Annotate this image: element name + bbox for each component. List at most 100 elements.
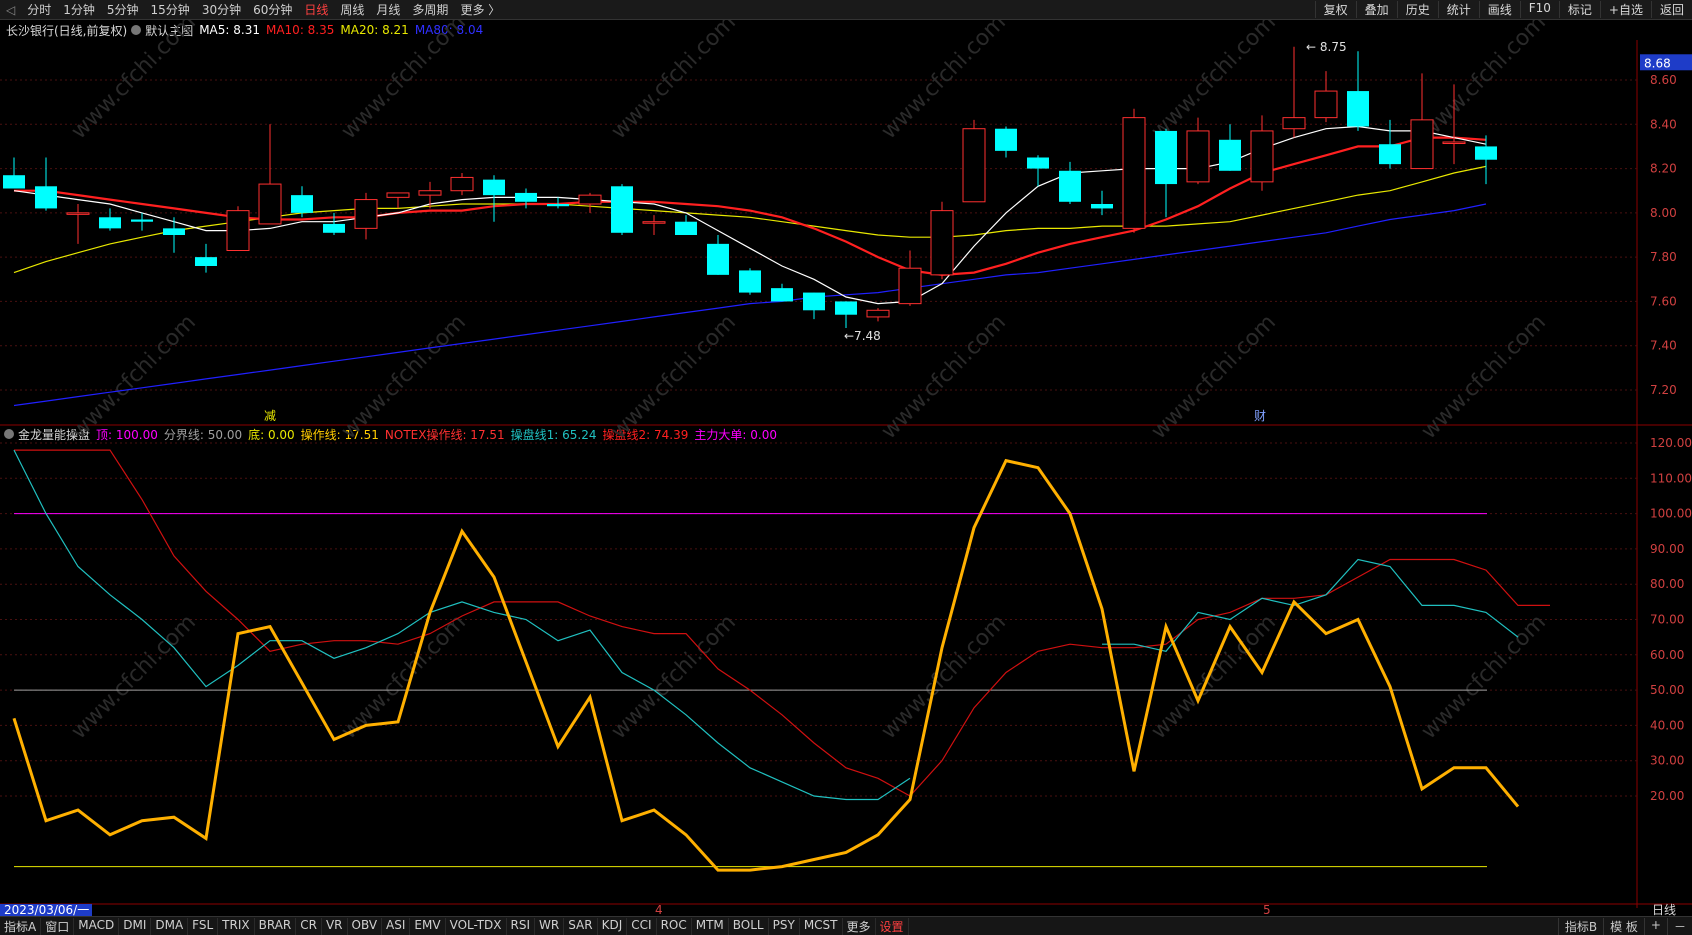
candle-body-down — [483, 179, 505, 196]
period-tab-5[interactable]: 60分钟 — [247, 1, 298, 18]
candle-body-up — [1410, 119, 1434, 170]
indicator-tab-23[interactable]: MCST — [800, 917, 843, 935]
candle-body-down — [35, 186, 57, 209]
candle-body-down — [547, 204, 569, 207]
indicator-tab-10[interactable]: OBV — [348, 917, 383, 935]
watermark: www.cfchi.com — [67, 610, 201, 744]
indicator-tab-12[interactable]: EMV — [410, 917, 446, 935]
watermark: www.cfchi.com — [877, 310, 1011, 444]
caopan2-line — [14, 449, 1550, 797]
indicator-tab-2[interactable]: MACD — [74, 917, 120, 935]
main-y-tick: 8.60 — [1650, 73, 1677, 87]
indicator-tab-4[interactable]: DMA — [151, 917, 189, 935]
main-y-tick: 8.20 — [1650, 162, 1677, 176]
indicator-right-button-1[interactable]: 模 板 — [1603, 917, 1644, 935]
indicator-tab-9[interactable]: VR — [322, 917, 348, 935]
candle-body-down — [707, 243, 729, 275]
toolbar-button-5[interactable]: F10 — [1519, 1, 1559, 18]
toolbar-button-2[interactable]: 历史 — [1396, 1, 1438, 18]
main-y-tick: 7.20 — [1650, 383, 1677, 397]
indicator-tab-14[interactable]: RSI — [507, 917, 536, 935]
watermark: www.cfchi.com — [607, 310, 741, 444]
indicator-tab-8[interactable]: CR — [296, 917, 322, 935]
period-tab-3[interactable]: 15分钟 — [145, 1, 196, 18]
candle-body-down — [291, 195, 313, 213]
candle-body-down — [739, 270, 761, 293]
indicator-tab-18[interactable]: CCI — [627, 917, 657, 935]
period-tab-9[interactable]: 多周期 — [406, 1, 454, 18]
indicator-right-button-3[interactable]: － — [1666, 917, 1692, 935]
toolbar-button-3[interactable]: 统计 — [1437, 1, 1479, 18]
current-price-text: 8.68 — [1644, 56, 1671, 70]
period-toolbar: ◁ 分时 1分钟 5分钟 15分钟 30分钟 60分钟 日线 周线 月线 多周期 更多 〉 复权 叠加… — [0, 0, 1692, 20]
watermark: www.cfchi.com — [607, 610, 741, 744]
candle-body-up — [226, 210, 250, 251]
candle-body-down — [803, 292, 825, 311]
period-tab-6[interactable]: 日线 — [298, 1, 334, 18]
period-tab-7[interactable]: 周线 — [334, 1, 370, 18]
indicator-right-button-0[interactable]: 指标B — [1557, 917, 1603, 935]
candle-body-up — [578, 194, 602, 205]
candle-body-down — [995, 128, 1017, 151]
indicator-tab-1[interactable]: 窗口 — [41, 917, 75, 935]
candle-body-up — [1282, 117, 1306, 130]
indicator-tab-16[interactable]: SAR — [564, 917, 598, 935]
candle-body-down — [163, 228, 185, 235]
period-tab-10[interactable]: 更多 〉 — [454, 1, 506, 18]
indicator-tab-6[interactable]: TRIX — [218, 917, 255, 935]
toolbar-button-0[interactable]: 复权 — [1314, 1, 1356, 18]
candle-body-up — [66, 212, 90, 215]
indicator-tab-15[interactable]: WR — [535, 917, 565, 935]
indicator-tab-11[interactable]: ASI — [382, 917, 411, 935]
indicator-tab-21[interactable]: BOLL — [729, 917, 769, 935]
indicator-tab-20[interactable]: MTM — [692, 917, 729, 935]
candle-body-down — [1027, 157, 1049, 169]
candle-body-up — [1314, 90, 1338, 119]
indicator-tab-5[interactable]: FSL — [188, 917, 219, 935]
period-tab-8[interactable]: 月线 — [370, 1, 406, 18]
sub-y-tick: 110.00 — [1650, 471, 1692, 485]
watermark: www.cfchi.com — [337, 20, 471, 144]
candle-body-down — [3, 175, 25, 189]
indicator-tab-0[interactable]: 指标A — [0, 917, 42, 935]
toolbar-button-7[interactable]: +自选 — [1599, 1, 1651, 18]
watermark: www.cfchi.com — [67, 310, 201, 444]
watermark: www.cfchi.com — [1417, 310, 1551, 444]
candle-body-up — [354, 199, 378, 229]
period-tab-0[interactable]: 分时 — [21, 1, 57, 18]
toolbar-button-6[interactable]: 标记 — [1558, 1, 1600, 18]
indicator-tab-13[interactable]: VOL-TDX — [446, 917, 507, 935]
candle-body-down — [1155, 130, 1177, 185]
main-y-tick: 8.00 — [1650, 206, 1677, 220]
period-tab-2[interactable]: 5分钟 — [101, 1, 145, 18]
watermark: www.cfchi.com — [1147, 310, 1281, 444]
indicator-tab-7[interactable]: BRAR — [255, 917, 297, 935]
candle-body-down — [1379, 144, 1401, 165]
watermark: www.cfchi.com — [877, 20, 1011, 144]
watermark: www.cfchi.com — [877, 610, 1011, 744]
menu-icon[interactable]: ◁ — [0, 3, 21, 17]
sub-y-tick: 20.00 — [1650, 789, 1684, 803]
indicator-tab-25[interactable]: 设置 — [876, 917, 909, 935]
x-month-label: 5 — [1263, 903, 1271, 916]
toolbar-button-1[interactable]: 叠加 — [1355, 1, 1397, 18]
watermark: www.cfchi.com — [337, 310, 471, 444]
sub-y-tick: 30.00 — [1650, 754, 1684, 768]
period-tab-1[interactable]: 1分钟 — [57, 1, 101, 18]
candle-body-down — [771, 288, 793, 302]
candle-body-up — [1122, 117, 1146, 229]
kline-chart[interactable]: 8.60 8.40 8.20 8.00 7.80 7.60 7.40 7.20 8.68 120.… — [0, 20, 1692, 916]
indicator-tab-24[interactable]: 更多 — [843, 917, 876, 935]
sub-y-tick: 80.00 — [1650, 577, 1684, 591]
period-tab-4[interactable]: 30分钟 — [196, 1, 247, 18]
indicator-tab-3[interactable]: DMI — [119, 917, 152, 935]
indicator-tab-19[interactable]: ROC — [657, 917, 692, 935]
toolbar-button-4[interactable]: 画线 — [1478, 1, 1520, 18]
main-y-tick: 7.60 — [1650, 294, 1677, 308]
x-month-label: 4 — [655, 903, 663, 916]
indicator-tab-22[interactable]: PSY — [769, 917, 800, 935]
x-start-label: 2023/03/06/一 — [4, 903, 89, 916]
toolbar-button-8[interactable]: 返回 — [1650, 1, 1692, 18]
indicator-tab-17[interactable]: KDJ — [598, 917, 628, 935]
indicator-right-button-2[interactable]: + — [1643, 917, 1667, 935]
